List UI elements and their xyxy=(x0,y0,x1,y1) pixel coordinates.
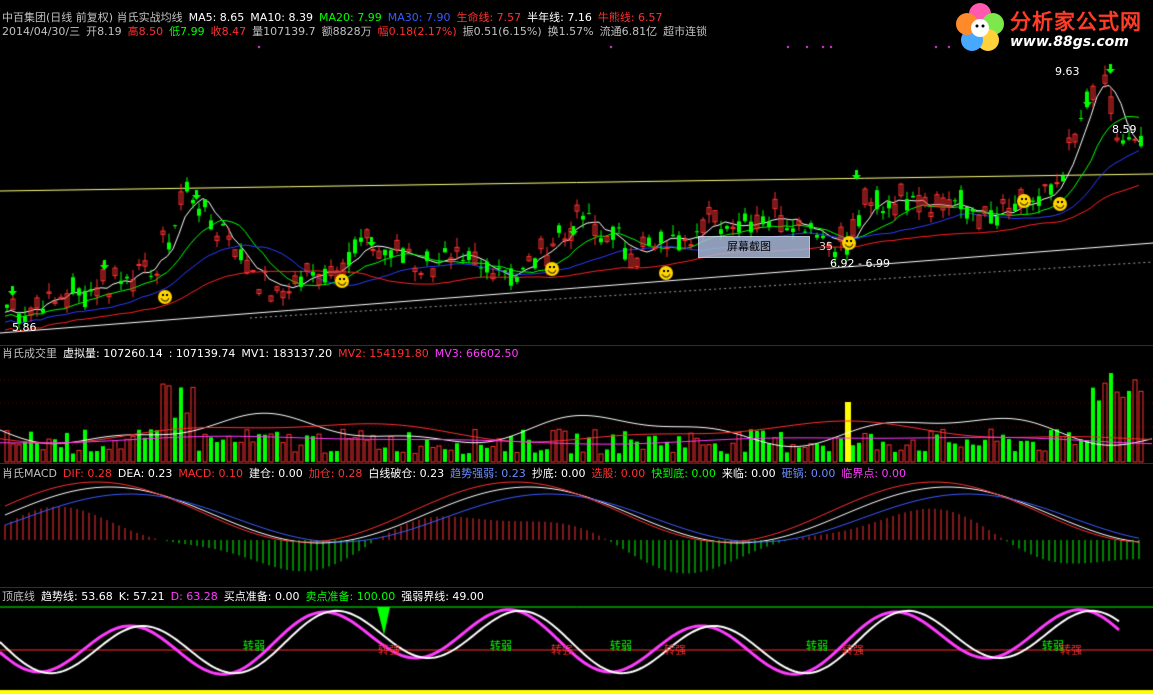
kd-field-6: 强弱界线: 49.00 xyxy=(401,590,484,603)
price-mid-label: 6.92 - 6.99 xyxy=(830,257,890,270)
kd-field-3: D: 63.28 xyxy=(170,590,218,603)
screenshot-label: 屏幕截图 xyxy=(727,240,771,253)
screenshot-tooltip[interactable]: 屏幕截图 35 xyxy=(698,236,833,258)
kd-header: 顶底线 趋势线: 53.68 K: 57.21 D: 63.28 买点准备: 0.00 卖… xyxy=(2,590,490,604)
macd-field-3: MACD: 0.10 xyxy=(178,467,243,480)
price-header2-field-0: 2014/04/30/三 xyxy=(2,25,81,38)
macd-field-11: 来临: 0.00 xyxy=(721,467,776,480)
price-header1-field-6: 半年线: 7.16 xyxy=(527,11,592,24)
macd-field-5: 加仓: 0.28 xyxy=(308,467,363,480)
volume-field-1: 虚拟量: 107260.14 xyxy=(63,347,163,360)
macd-field-8: 抄底: 0.00 xyxy=(531,467,586,480)
kd-field-0: 顶底线 xyxy=(2,590,35,603)
price-header-line1: 中百集团(日线 前复权) 肖氏实战均线 MA5: 8.65 MA10: 8.39 MA… xyxy=(2,11,669,25)
price-header1-field-1: MA5: 8.65 xyxy=(188,11,245,24)
macd-field-12: 砸锅: 0.00 xyxy=(781,467,836,480)
price-right-label: 8.59 xyxy=(1112,123,1137,136)
price-header2-field-1: 开8.19 xyxy=(86,25,122,38)
price-header2-field-8: 振0.51(6.15%) xyxy=(462,25,542,38)
volume-field-2: : 107139.74 xyxy=(168,347,236,360)
macd-field-9: 选股: 0.00 xyxy=(591,467,646,480)
macd-field-0: 肖氏MACD xyxy=(2,467,57,480)
logo-url: www.88gs.com xyxy=(1010,34,1129,50)
price-header2-field-4: 收8.47 xyxy=(210,25,247,38)
kd-field-1: 趋势线: 53.68 xyxy=(41,590,113,603)
price-header1-field-7: 牛熊线: 6.57 xyxy=(597,11,663,24)
logo-title: 分析家公式网 xyxy=(1010,10,1142,34)
volume-field-0: 肖氏成交里 xyxy=(2,347,57,360)
volume-field-4: MV2: 154191.80 xyxy=(338,347,429,360)
panel-divider-kd xyxy=(0,587,1153,588)
volume-field-5: MV3: 66602.50 xyxy=(434,347,519,360)
macd-field-13: 临界点: 0.00 xyxy=(841,467,907,480)
price-header2-field-9: 换1.57% xyxy=(547,25,594,38)
price-header-line2: 2014/04/30/三 开8.19 高8.50 低7.99 收8.47 量107139.… xyxy=(2,25,713,39)
price-low-label: 5.86 xyxy=(12,321,37,334)
price-header1-field-3: MA20: 7.99 xyxy=(319,11,382,24)
price-header2-field-7: 幅0.18(2.17%) xyxy=(377,25,457,38)
macd-field-2: DEA: 0.23 xyxy=(117,467,173,480)
flower-logo-icon xyxy=(956,3,1004,51)
panel-divider-volume xyxy=(0,345,1153,346)
macd-field-10: 快到底: 0.00 xyxy=(651,467,716,480)
macd-field-7: 趋势强弱: 0.23 xyxy=(450,467,526,480)
macd-field-1: DIF: 0.28 xyxy=(62,467,112,480)
price-header1-field-5: 生命线: 7.57 xyxy=(456,11,522,24)
price-header2-field-5: 量107139.7 xyxy=(252,25,316,38)
price-high-label: 9.63 xyxy=(1055,65,1080,78)
price-header2-field-6: 额8828万 xyxy=(321,25,372,38)
price-header2-field-11: 超市连锁 xyxy=(663,25,708,38)
macd-header: 肖氏MACD DIF: 0.28 DEA: 0.23 MACD: 0.10 建仓: 0.… xyxy=(2,467,912,481)
price-header1-field-4: MA30: 7.90 xyxy=(387,11,451,24)
price-header1-field-0: 中百集团(日线 前复权) 肖氏实战均线 xyxy=(2,11,183,24)
price-header2-field-2: 高8.50 xyxy=(127,25,164,38)
screenshot-number: 35 xyxy=(819,240,833,253)
macd-field-6: 白线破仓: 0.23 xyxy=(368,467,445,480)
macd-field-4: 建仓: 0.00 xyxy=(249,467,303,480)
panel-divider-macd xyxy=(0,463,1153,464)
volume-field-3: MV1: 183137.20 xyxy=(241,347,333,360)
price-header2-field-3: 低7.99 xyxy=(169,25,205,38)
price-header2-field-10: 流通6.81亿 xyxy=(599,25,658,38)
kd-field-4: 买点准备: 0.00 xyxy=(223,590,300,603)
kd-field-2: K: 57.21 xyxy=(118,590,165,603)
volume-header: 肖氏成交里 虚拟量: 107260.14 : 107139.74 MV1: 18313… xyxy=(2,347,524,361)
site-logo: 分析家公式网 www.88gs.com xyxy=(950,0,1153,56)
kd-field-5: 卖点准备: 100.00 xyxy=(305,590,396,603)
price-header1-field-2: MA10: 8.39 xyxy=(250,11,314,24)
